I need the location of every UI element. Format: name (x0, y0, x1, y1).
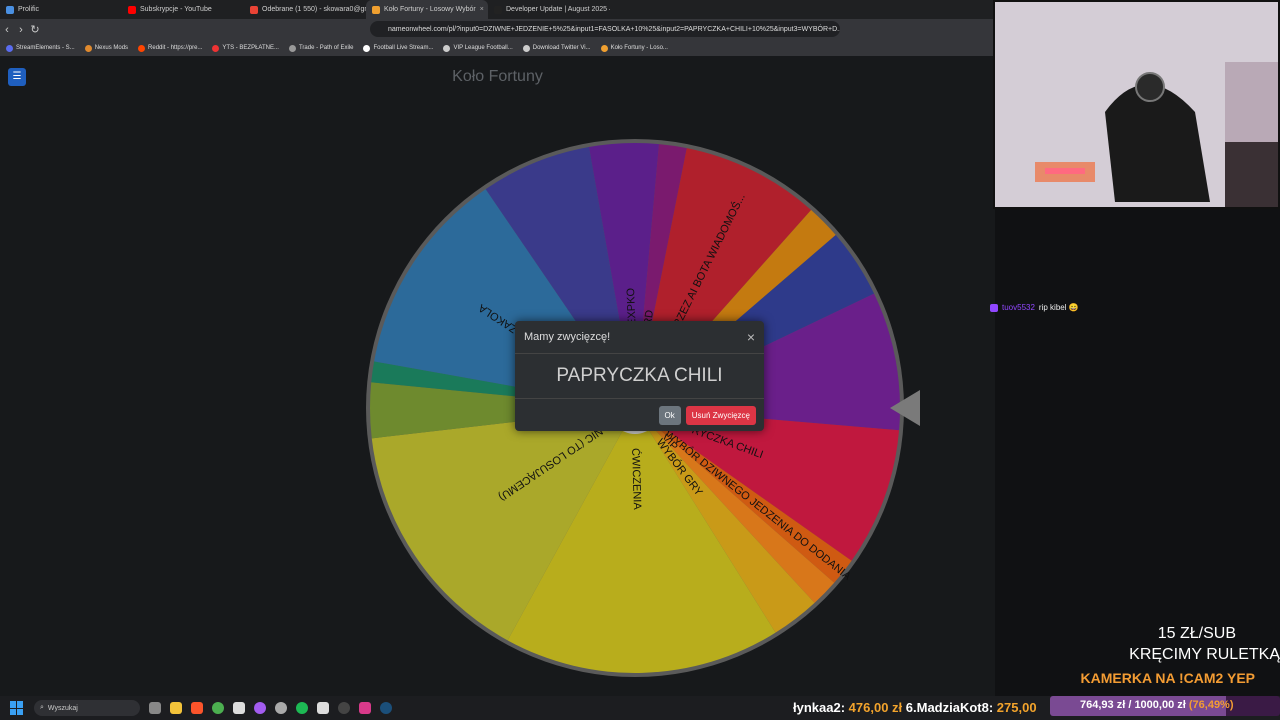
bookmark-label: Football Live Stream... (373, 45, 434, 51)
bookmark-label: Trade - Path of Exile (298, 45, 354, 51)
overlay-roulette: KRĘCIMY RULETKĄ (1129, 646, 1280, 663)
spotify-icon[interactable] (296, 702, 308, 714)
badge-icon (990, 303, 998, 312)
bookmarks-bar: StreamElements - S... Nexus Mods Reddit - … (0, 40, 995, 56)
tab-bar: Prolific Subskrypcje - YouTube Odebrane (1… (0, 0, 995, 19)
app2-icon[interactable] (359, 702, 371, 714)
reload-icon[interactable]: ↻ (28, 23, 42, 36)
bookmark-label: Nexus Mods (94, 45, 129, 51)
bookmark-favicon-icon (138, 44, 146, 52)
ticker-name-1: łynkaa2: (793, 700, 849, 715)
back-icon[interactable]: ‹ (0, 24, 14, 36)
ticker-amount-2: 275,00 (996, 700, 1037, 715)
bookmark-label: Download Twitter Vi... (532, 45, 591, 51)
goal-target: 1000,00 zł (1134, 699, 1186, 711)
bookmark-favicon-icon (363, 44, 371, 52)
browser-tab[interactable]: Prolific (0, 0, 122, 19)
bookmark-item[interactable]: Trade - Path of Exile (288, 44, 354, 52)
bookmark-favicon-icon (212, 44, 220, 52)
ticker-amount-1: 476,00 zł (848, 700, 903, 715)
search-placeholder: Wyszukaj (47, 704, 78, 712)
tab-label: Koło Fortuny - Losowy Wybór (384, 6, 476, 13)
chat-panel (995, 209, 1280, 696)
dialog-title: Mamy zwycięzcę! (524, 331, 611, 343)
forward-icon[interactable]: › (14, 24, 28, 36)
bookmark-label: Koło Fortuny - Loso... (610, 45, 668, 51)
url-input[interactable]: nameonwheel.com/pl/?input0=DZIWNE+JEDZEN… (370, 21, 840, 37)
ticker-name-2: 6.MadziaKot8: (902, 700, 997, 715)
brave-browser-icon[interactable] (191, 702, 203, 714)
windows-start-icon[interactable] (10, 701, 24, 715)
bookmark-item[interactable]: StreamElements - S... (6, 44, 75, 52)
tab-label: Odebrane (1 550) - skowara0@gmail (262, 6, 366, 13)
bookmark-favicon-icon (443, 44, 451, 52)
bookmark-favicon-icon (6, 44, 13, 52)
bookmark-label: StreamElements - S... (16, 45, 75, 51)
tab-close-icon[interactable]: × (480, 6, 484, 13)
bookmark-favicon-icon (522, 44, 530, 52)
app-icon[interactable] (317, 702, 329, 714)
tab-label: Developer Update | August 2025 — (506, 6, 610, 13)
chrome-icon[interactable] (212, 702, 224, 714)
tab-label: Prolific (18, 6, 40, 13)
donation-goal-bar: 764,93 zł / 1000,00 zł (76,49%) (1050, 696, 1280, 716)
bookmark-item[interactable]: Nexus Mods (84, 44, 129, 52)
close-icon[interactable]: × (747, 329, 755, 345)
webcam-image (995, 2, 1278, 207)
tab-label: Subskrypcje - YouTube (140, 6, 212, 13)
chat-text: rip kibel 😄 (1038, 303, 1079, 312)
store-icon[interactable] (233, 702, 245, 714)
task-view-icon[interactable] (149, 702, 161, 714)
file-explorer-icon[interactable] (170, 702, 182, 714)
bookmark-item[interactable]: Football Live Stream... (363, 44, 434, 52)
bookmark-label: VIP League Football... (453, 45, 513, 51)
search-icon: ⌕ (40, 704, 44, 711)
bookmark-label: Reddit - https://pre... (148, 45, 203, 51)
bookmark-item[interactable]: Reddit - https://pre... (138, 44, 203, 52)
messenger-icon[interactable] (254, 702, 266, 714)
taskbar-search[interactable]: ⌕ Wyszukaj (34, 700, 140, 716)
bookmark-item[interactable]: Download Twitter Vi... (522, 44, 591, 52)
tab-favicon-icon (6, 5, 14, 14)
browser-tab[interactable]: Subskrypcje - YouTube (122, 0, 244, 19)
overlay-cam: KAMERKA NA !CAM2 YEP (1080, 670, 1256, 686)
bookmark-favicon-icon (84, 44, 92, 52)
bookmark-favicon-icon (600, 44, 608, 52)
overlay-sub-price: 15 ZŁ/SUB (1157, 625, 1236, 642)
bookmark-item[interactable]: VIP League Football... (443, 44, 513, 52)
bookmark-item[interactable]: YTS - BEZPŁATNE... (212, 44, 279, 52)
settings-icon[interactable] (275, 702, 287, 714)
tab-favicon-icon (372, 5, 380, 14)
address-bar: ‹ › ↻ nameonwheel.com/pl/?input0=DZIWNE+… (0, 19, 995, 40)
tab-favicon-icon (494, 5, 502, 14)
tab-favicon-icon (128, 5, 136, 14)
browser-tab[interactable]: Odebrane (1 550) - skowara0@gmail (244, 0, 366, 19)
winner-dialog: Mamy zwycięzcę! × PAPRYCZKA CHILI Ok Usu… (515, 321, 764, 431)
goal-current: 764,93 zł (1080, 699, 1126, 711)
steam-icon[interactable] (380, 702, 392, 714)
browser-tab[interactable]: Developer Update | August 2025 — (488, 0, 610, 19)
chat-username[interactable]: tuov5532 (1002, 303, 1035, 312)
donation-ticker: łynkaa2: 476,00 zł 6.MadziaKot8: 275,00 (793, 700, 1037, 715)
bookmark-label: YTS - BEZPŁATNE... (222, 45, 279, 51)
tab-favicon-icon (250, 5, 258, 14)
bookmark-item[interactable]: Koło Fortuny - Loso... (600, 44, 668, 52)
chat-message: tuov5532 rip kibel 😄 (990, 303, 1079, 312)
webcam-feed (993, 0, 1280, 209)
remove-winner-button[interactable]: Usuń Zwycięzcę (685, 405, 756, 425)
browser-tab[interactable]: Koło Fortuny - Losowy Wybór × (366, 0, 488, 19)
ok-button[interactable]: Ok (658, 405, 681, 425)
obs-icon[interactable] (338, 702, 350, 714)
bookmark-favicon-icon (288, 44, 296, 52)
winner-text: PAPRYCZKA CHILI (515, 354, 764, 399)
goal-percent: (76,49%) (1185, 699, 1234, 711)
wheel-segment-label: ĆWICZENIA (629, 448, 644, 511)
